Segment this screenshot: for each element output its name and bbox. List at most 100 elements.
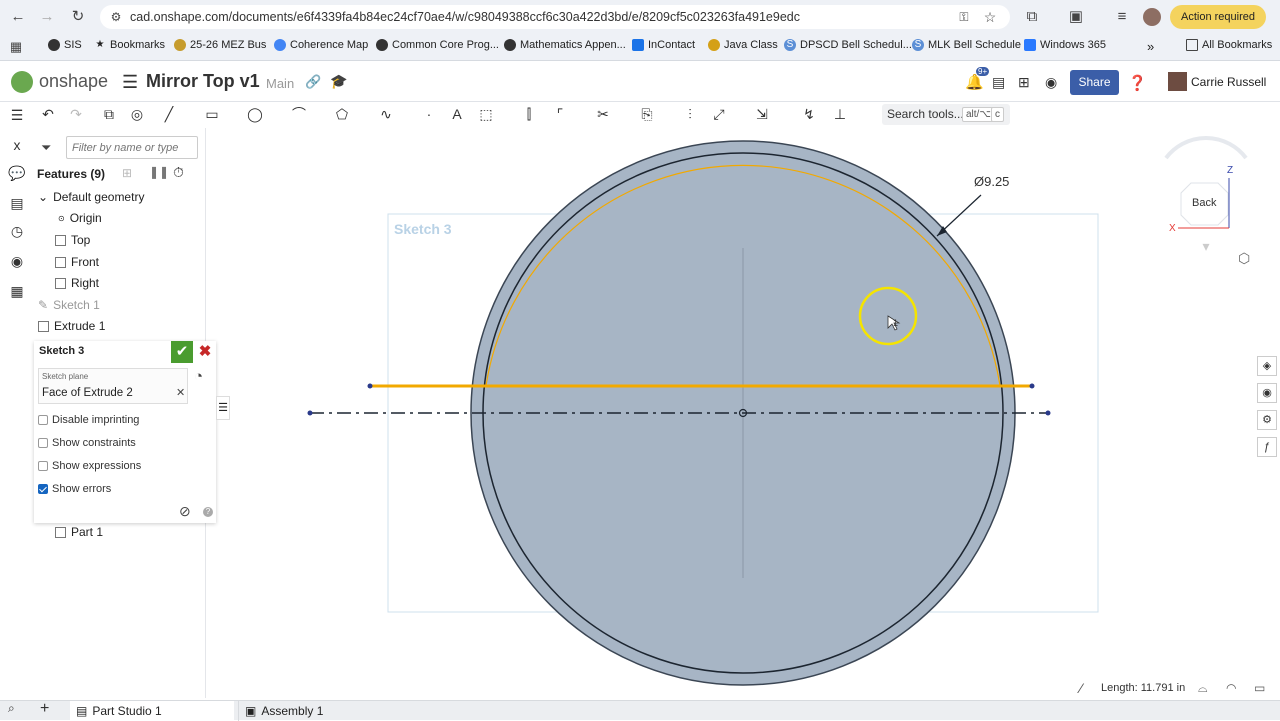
point-tool-icon[interactable]: · — [420, 105, 438, 123]
centerline-endpoint-left[interactable] — [307, 410, 313, 416]
key-icon[interactable]: ⚿ — [954, 7, 974, 27]
cast-icon[interactable]: ▣ — [1066, 7, 1086, 27]
view-options-icon[interactable]: ⬡ — [1238, 250, 1250, 266]
user-avatar[interactable] — [1168, 72, 1187, 91]
inspect-icon[interactable]: ◉ — [8, 252, 26, 270]
add-tab-icon[interactable]: + — [40, 700, 49, 718]
timer-icon[interactable]: ⏱ — [173, 164, 184, 181]
learning-center-icon[interactable]: ◉ — [1045, 74, 1057, 91]
appearance-panel-icon[interactable]: ◈ — [1257, 356, 1277, 376]
copy-icon[interactable]: ⧉ — [100, 105, 118, 123]
camera-icon[interactable]: ▭ — [1254, 681, 1265, 695]
render-panel-icon[interactable]: ◉ — [1257, 383, 1277, 403]
tree-item-origin[interactable]: ⊙ Origin — [58, 211, 102, 225]
graphics-viewport[interactable]: ▾ ⬡ Sketch 3 Ø9.25 1 Back Z X — [206, 128, 1280, 700]
trim-tool-icon[interactable]: ✂ — [594, 105, 612, 123]
tree-item-extrude-1[interactable]: Extrude 1 — [38, 319, 105, 333]
education-cap-icon[interactable]: 🎓 — [330, 73, 347, 90]
bookmark-incontact[interactable]: InContact — [632, 39, 695, 51]
tree-item-right-plane[interactable]: Right — [55, 276, 99, 290]
history-icon[interactable]: ◷ — [8, 222, 26, 240]
more-bookmarks[interactable]: » — [1147, 39, 1154, 54]
checkbox-icon[interactable] — [38, 415, 48, 425]
dimension-tool-icon[interactable]: ⊥ — [831, 105, 849, 123]
checkbox-checked-icon[interactable] — [38, 484, 48, 494]
share-button[interactable]: Share — [1070, 70, 1119, 95]
onshape-logo-icon[interactable] — [11, 71, 33, 93]
tab-search-icon[interactable]: ⌕ — [8, 701, 15, 716]
site-info-icon[interactable]: ⚙ — [106, 7, 126, 27]
document-list-icon[interactable]: ▤ — [992, 74, 1005, 91]
show-expressions-option[interactable]: Show expressions — [38, 460, 141, 472]
section-view-icon[interactable]: ⌓ — [1198, 681, 1208, 696]
bookmark-sis[interactable]: SIS — [48, 39, 82, 51]
tree-item-front-plane[interactable]: Front — [55, 255, 99, 269]
back-arrow-icon[interactable]: ← — [8, 7, 28, 27]
bookmark-dpscd-bell[interactable]: S DPSCD Bell Schedul... — [784, 39, 912, 51]
add-folder-icon[interactable]: ⊞ — [122, 166, 132, 180]
forward-arrow-icon[interactable]: → — [37, 7, 57, 27]
feature-filter-input[interactable] — [66, 136, 198, 159]
circle-tool-icon[interactable]: ◯ — [246, 105, 264, 123]
variables-icon[interactable]: x — [8, 136, 26, 154]
link-icon[interactable]: 🔗 — [305, 74, 321, 90]
bookmark-bookmarks[interactable]: ★ Bookmarks — [94, 39, 166, 51]
extensions-icon[interactable]: ⧉ — [1022, 7, 1042, 27]
view-normal-icon[interactable]: ◔ — [194, 368, 203, 385]
fillet-tool-icon[interactable]: ⌜ — [551, 105, 569, 123]
feature-list-icon[interactable]: ☰ — [8, 106, 26, 124]
tree-item-part-1[interactable]: Part 1 — [55, 525, 103, 539]
bookmark-bus[interactable]: 25-26 MEZ Bus — [174, 39, 266, 51]
sketch-plane-field[interactable]: Sketch plane Face of Extrude 2 ✕ — [38, 368, 188, 404]
arc-tool-icon[interactable]: ⌒ — [290, 105, 308, 123]
dxf-import-icon[interactable]: ⇲ — [753, 105, 771, 123]
parts-list-icon[interactable]: ▦ — [8, 282, 26, 300]
variables-panel-icon[interactable]: ƒ — [1257, 437, 1277, 457]
bookmark-mlk-bell[interactable]: S MLK Bell Schedule — [912, 39, 1021, 51]
tree-item-sketch-1[interactable]: ✎ Sketch 1 — [38, 298, 100, 312]
star-icon[interactable]: ☆ — [980, 7, 1000, 27]
rectangle-tool-icon[interactable]: ▭ — [203, 105, 221, 123]
bookmark-common-core[interactable]: Common Core Prog... — [376, 39, 499, 51]
sketch-settings-icon[interactable]: ⊘ — [179, 503, 191, 520]
show-errors-option[interactable]: Show errors — [38, 483, 111, 495]
tab-part-studio-1[interactable]: ▤ Part Studio 1 — [70, 701, 234, 721]
media-icon[interactable]: ≡ — [1112, 7, 1132, 27]
bookmark-java-class[interactable]: Java Class — [708, 39, 778, 51]
all-bookmarks[interactable]: All Bookmarks — [1186, 39, 1272, 51]
profile-avatar[interactable] — [1143, 8, 1161, 26]
tree-item-top-plane[interactable]: Top — [55, 233, 90, 247]
properties-icon[interactable]: ▤ — [8, 194, 26, 212]
filter-icon[interactable]: ⏷ — [41, 140, 51, 156]
default-geometry-group[interactable]: ⌄ Default geometry — [38, 190, 144, 204]
line-endpoint-left[interactable] — [367, 383, 373, 389]
checkbox-icon[interactable] — [38, 461, 48, 471]
hamburger-menu-icon[interactable]: ☰ — [122, 72, 138, 93]
show-constraints-option[interactable]: Show constraints — [38, 437, 136, 449]
help-icon[interactable]: ❓ — [1128, 74, 1147, 92]
view-cube-face-label[interactable]: Back — [1192, 197, 1216, 209]
search-tools-button[interactable]: Search tools... alt/⌥ c — [882, 104, 1010, 125]
use-tool-icon[interactable]: ↯ — [800, 105, 818, 123]
redo-icon[interactable]: ↷ — [67, 105, 85, 123]
clear-plane-icon[interactable]: ✕ — [176, 386, 185, 399]
construction-tool-icon[interactable]: ⬚ — [477, 105, 495, 123]
display-mode-icon[interactable]: ◠ — [1226, 681, 1236, 695]
mirror-tool-icon[interactable]: ⫶ — [681, 105, 699, 123]
view-cube-down-arrow[interactable]: ▾ — [1202, 238, 1209, 254]
transform-tool-icon[interactable]: ⤢ — [710, 105, 728, 123]
offset-tool-icon[interactable]: ⎘ — [638, 105, 656, 123]
diameter-dimension[interactable]: Ø9.25 — [974, 174, 1009, 189]
reload-icon[interactable]: ↻ — [68, 7, 88, 27]
user-name[interactable]: Carrie Russell — [1191, 75, 1266, 89]
align-tool-icon[interactable]: ⫿ — [520, 105, 538, 123]
disable-imprinting-option[interactable]: Disable imprinting — [38, 414, 139, 426]
branch-name[interactable]: Main — [266, 76, 294, 91]
bookmark-windows-365[interactable]: Windows 365 — [1024, 39, 1106, 51]
spline-tool-icon[interactable]: ∿ — [377, 105, 395, 123]
rollback-pause-icon[interactable]: ❚❚ — [149, 165, 169, 179]
action-required-button[interactable]: Action required — [1170, 5, 1266, 29]
checkbox-icon[interactable] — [38, 438, 48, 448]
bookmark-math-appendix[interactable]: Mathematics Appen... — [504, 39, 626, 51]
centerline-endpoint-right[interactable] — [1045, 410, 1051, 416]
